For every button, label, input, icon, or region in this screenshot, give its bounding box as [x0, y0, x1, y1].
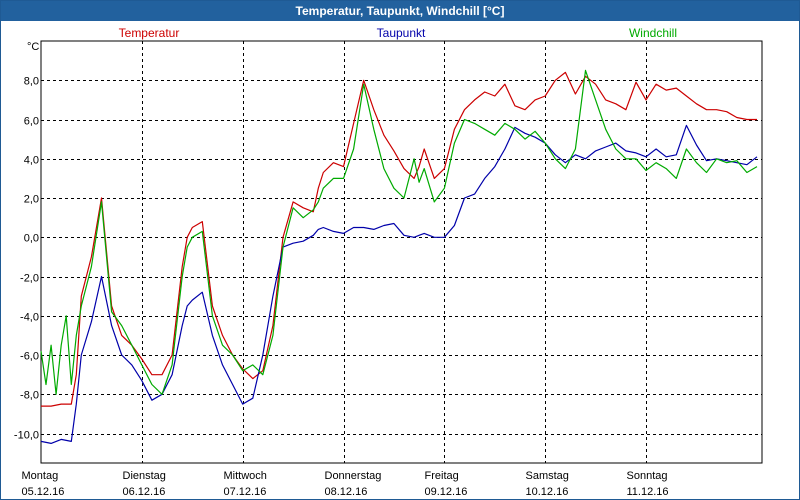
plot-frame: [40, 40, 763, 464]
window-title: Temperatur, Taupunkt, Windchill [°C]: [1, 1, 799, 21]
y-tick-label: 6,0: [24, 116, 39, 128]
x-tick-day: Sonntag: [627, 470, 668, 482]
y-tick-label: -8,0: [20, 390, 39, 402]
x-tick-date: 11.12.16: [627, 486, 669, 498]
x-axis-ticks: Montag 05.12.16 Dienstag 06.12.16 Mittwoch 07…: [22, 470, 669, 498]
x-tick-date: 07.12.16: [224, 486, 267, 498]
y-axis-ticks: -10,0 -8,0 -6,0 -4,0 -2,0 0,0 2,0 4,0 6,0 8,0: [14, 76, 39, 442]
x-tick-day: Dienstag: [123, 470, 166, 482]
y-tick-label: 0,0: [24, 233, 39, 245]
x-tick-day: Freitag: [425, 470, 459, 482]
plot-area: [40, 40, 763, 464]
x-tick-date: 08.12.16: [325, 486, 368, 498]
x-tick-day: Samstag: [526, 470, 569, 482]
x-tick-date: 10.12.16: [526, 486, 569, 498]
y-tick-label: -10,0: [14, 430, 39, 442]
x-tick-day: Mittwoch: [224, 470, 267, 482]
legend-entry-taupunkt: Taupunkt: [377, 26, 426, 40]
y-tick-label: 4,0: [24, 155, 39, 167]
y-tick-label: -2,0: [20, 273, 39, 285]
y-tick-label: 8,0: [24, 76, 39, 88]
legend-entry-windchill: Windchill: [629, 26, 677, 40]
line-chart: -10,0-8,0-6,0-4,0-2,00,02,04,06,08,0 °C …: [14, 26, 763, 498]
y-tick-label: -6,0: [20, 351, 39, 363]
x-tick-day: Donnerstag: [325, 470, 382, 482]
y-tick-label: 2,0: [24, 194, 39, 206]
x-tick-date: 05.12.16: [22, 486, 65, 498]
y-tick-label: -4,0: [20, 312, 39, 324]
legend-entry-temperatur: Temperatur: [119, 26, 180, 40]
x-tick-date: 06.12.16: [123, 486, 166, 498]
chart-window: Temperatur, Taupunkt, Windchill [°C] -10…: [0, 0, 800, 500]
x-tick-day: Montag: [22, 470, 59, 482]
x-tick-date: 09.12.16: [425, 486, 468, 498]
y-axis-label: °C: [27, 41, 39, 53]
legend: Temperatur Taupunkt Windchill: [119, 26, 677, 40]
